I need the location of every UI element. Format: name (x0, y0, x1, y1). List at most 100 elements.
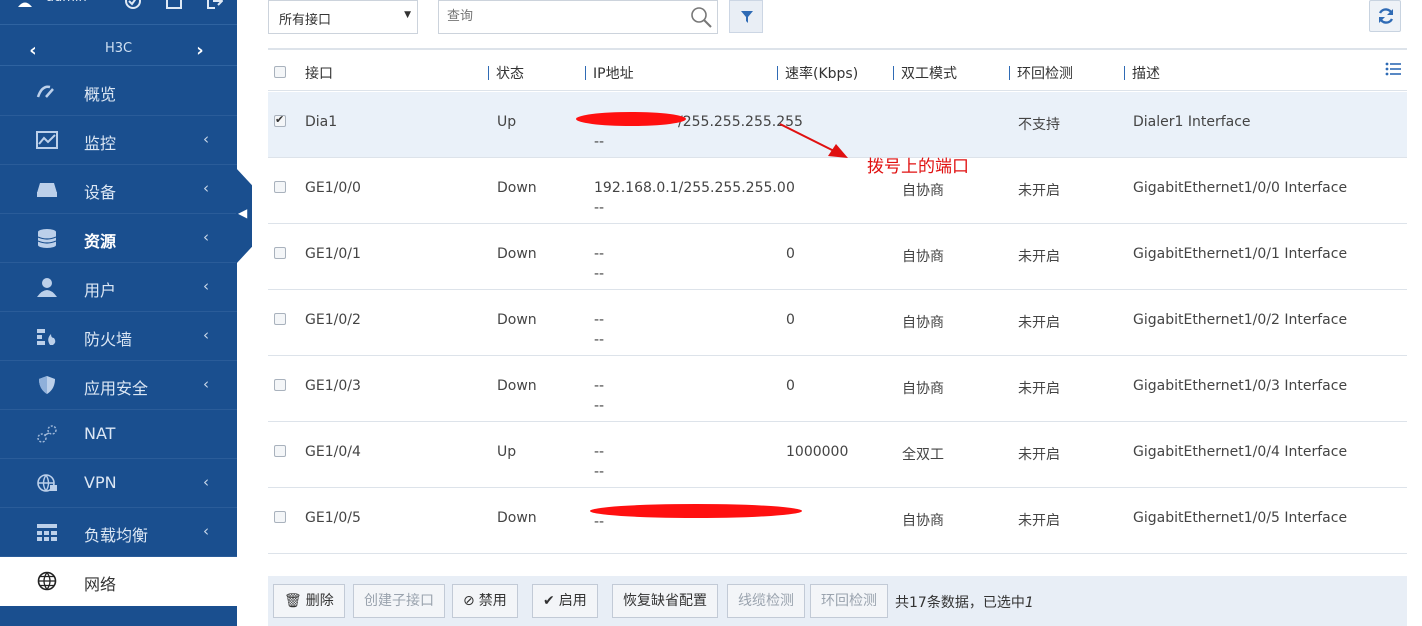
action-button-4[interactable]: 恢复缺省配置 (612, 584, 718, 618)
table-row[interactable]: GE1/0/0 Down 192.168.0.1/255.255.255.0 -- 0 自… (268, 158, 1407, 224)
select-all-checkbox[interactable] (274, 66, 286, 78)
cell-status-value: Down (497, 180, 537, 196)
cell-loop: 未开启 (1018, 312, 1060, 332)
advanced-filter-button[interactable] (729, 0, 763, 33)
cell-ip-value: -- (594, 444, 605, 460)
cell-speed-value: 0 (786, 180, 795, 196)
table-row[interactable]: GE1/0/1 Down -- -- 0 自协商 未开启 GigabitEthernet1/0… (268, 224, 1407, 290)
col-header-description-label: 描述 (1132, 66, 1160, 82)
sidebar-item-label: 防火墙 (84, 330, 133, 349)
cell-name: GE1/0/5 (305, 510, 361, 526)
table-row[interactable]: GE1/0/2 Down -- -- 0 自协商 未开启 GigabitEthernet1/0… (268, 290, 1407, 356)
cell-name: GE1/0/1 (305, 246, 361, 262)
sidebar-item-load-balance[interactable]: 负载均衡 ‹ (0, 508, 237, 557)
cell-duplex: 自协商 (902, 510, 944, 530)
cell-ip-secondary: -- (594, 514, 605, 530)
row-checkbox[interactable] (274, 181, 286, 193)
column-settings-icon[interactable] (1385, 62, 1401, 76)
col-header-ip[interactable]: IP地址 (585, 63, 634, 83)
cell-desc-value: GigabitEthernet1/0/1 Interface (1133, 246, 1348, 262)
cell-ip-value: 192.168.0.1/255.255.255.0 (594, 180, 786, 196)
col-header-speed[interactable]: 速率(Kbps) (777, 63, 858, 83)
sidebar-collapse-toggle[interactable]: ◀ (236, 168, 252, 264)
chevron-left-icon: ‹ (203, 326, 209, 344)
table-header: 接口 状态 IP地址 速率(Kbps) 双工模式 环回检测 描述 (268, 48, 1407, 91)
sidebar-item-label: 用户 (84, 281, 117, 300)
action-button-3[interactable]: ✔ 启用 (532, 584, 598, 618)
sidebar-item-user[interactable]: 用户 ‹ (0, 263, 237, 312)
action-button-1[interactable]: 创建子接口 (353, 584, 445, 618)
row-checkbox[interactable] (274, 511, 286, 523)
sidebar-item-label: NAT (84, 424, 116, 443)
row-checkbox[interactable] (274, 445, 286, 457)
cell-desc: GigabitEthernet1/0/4 Interface (1133, 444, 1347, 460)
cell-duplex-value: 自协商 (902, 249, 944, 265)
sidebar-item-firewall[interactable]: 防火墙 ‹ (0, 312, 237, 361)
row-checkbox[interactable] (274, 313, 286, 325)
cell-status-value: Up (497, 114, 517, 130)
interface-filter-select[interactable]: 所有接口 ▼ (268, 0, 418, 34)
table-row[interactable]: GE1/0/5 Down -- 自协商 未开启 GigabitEthernet1/0/5 … (268, 488, 1407, 554)
cell-status: Down (497, 510, 537, 526)
sidebar-item-overview[interactable]: 概览 (0, 67, 237, 116)
search-box (438, 0, 718, 34)
refresh-button[interactable] (1369, 0, 1401, 32)
action-button-2[interactable]: ⊘ 禁用 (452, 584, 518, 618)
cell-loop-value: 未开启 (1018, 513, 1060, 529)
save-icon[interactable] (165, 0, 183, 10)
cell-desc: GigabitEthernet1/0/1 Interface (1133, 246, 1347, 262)
sidebar-item-app-security[interactable]: 应用安全 ‹ (0, 361, 237, 410)
action-button-5[interactable]: 线缆检测 (727, 584, 805, 618)
cell-status: Down (497, 180, 537, 196)
chevron-left-icon: ‹ (203, 473, 209, 491)
sidebar-item-label: 概览 (84, 85, 117, 104)
col-header-interface[interactable]: 接口 (305, 63, 333, 83)
cell-loop-value: 不支持 (1018, 117, 1060, 133)
annotation-arrow (779, 123, 848, 158)
sidebar-item-label: 资源 (84, 232, 117, 251)
globe-lock-icon (37, 474, 57, 492)
sidebar-item-nat[interactable]: NAT (0, 410, 237, 459)
search-input[interactable] (439, 1, 679, 31)
user-icon (18, 2, 32, 7)
table-row[interactable]: GE1/0/3 Down -- -- 0 自协商 未开启 GigabitEthernet1/0… (268, 356, 1407, 422)
cell-name-value: GE1/0/3 (305, 378, 361, 394)
action-bar: 🗑 删除 创建子接口 ⊘ 禁用 ✔ 启用 恢复缺省配置 线缆检测 环回检测 共17条数据，已选中1 (268, 576, 1407, 626)
col-header-status[interactable]: 状态 (488, 63, 524, 83)
sidebar-item-vpn[interactable]: VPN ‹ (0, 459, 237, 508)
sidebar-item-resource[interactable]: 资源 ‹ (0, 214, 237, 263)
sidebar-item-monitor[interactable]: 监控 ‹ (0, 116, 237, 165)
cell-name: GE1/0/4 (305, 444, 361, 460)
sidebar-item-device[interactable]: 设备 ‹ (0, 165, 237, 214)
logout-icon[interactable] (205, 0, 223, 10)
table-row[interactable]: GE1/0/4 Up -- -- 1000000 全双工 未开启 GigabitEtherne… (268, 422, 1407, 488)
cell-ip-secondary: -- (594, 266, 605, 282)
task-check-icon[interactable] (124, 0, 142, 10)
sidebar-item-network[interactable]: 网络 (0, 557, 237, 606)
cell-duplex-value: 自协商 (902, 381, 944, 397)
cell-ip: 192.168.0.1/255.255.255.0 -- (594, 180, 786, 216)
col-header-duplex[interactable]: 双工模式 (893, 63, 957, 83)
cell-desc-value: GigabitEthernet1/0/2 Interface (1133, 312, 1348, 328)
user-icon (37, 278, 57, 297)
cell-duplex: 自协商 (902, 312, 944, 332)
cell-loop-value: 未开启 (1018, 381, 1060, 397)
col-header-ip-label: IP地址 (593, 66, 634, 82)
next-device-icon[interactable]: › (192, 40, 208, 61)
col-header-duplex-label: 双工模式 (901, 66, 957, 82)
action-button-0[interactable]: 🗑 删除 (273, 584, 345, 618)
cell-name-value: GE1/0/2 (305, 312, 361, 328)
cell-desc: Dialer1 Interface (1133, 114, 1251, 130)
cell-ip-secondary: -- (594, 464, 605, 480)
cell-loop: 不支持 (1018, 114, 1060, 134)
row-checkbox[interactable] (274, 247, 286, 259)
row-checkbox[interactable] (274, 113, 286, 127)
col-header-loopback[interactable]: 环回检测 (1009, 63, 1073, 83)
cell-status-value: Down (497, 510, 537, 526)
row-checkbox[interactable] (274, 379, 286, 391)
cell-duplex: 全双工 (902, 444, 944, 464)
action-button-6[interactable]: 环回检测 (810, 584, 888, 618)
col-header-description[interactable]: 描述 (1124, 63, 1160, 83)
search-icon[interactable] (689, 5, 713, 29)
cell-ip-value: -- (594, 378, 605, 394)
